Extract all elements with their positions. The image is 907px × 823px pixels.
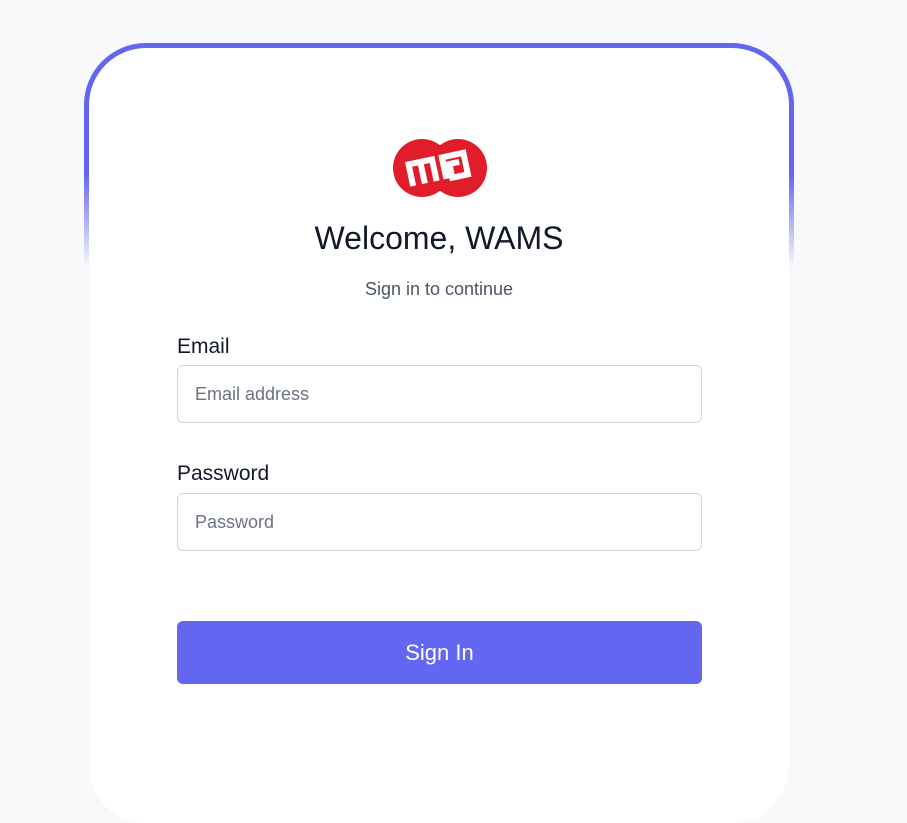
password-label: Password	[177, 462, 270, 485]
email-label: Email	[177, 335, 230, 358]
brand-logo-icon	[393, 139, 487, 197]
email-field[interactable]	[177, 365, 702, 423]
password-field[interactable]	[177, 493, 702, 551]
sign-in-button[interactable]: Sign In	[177, 621, 702, 684]
login-card-frame: Welcome, WAMS Sign in to continue Email …	[84, 43, 794, 823]
page-subtitle: Sign in to continue	[364, 279, 514, 299]
login-card: Welcome, WAMS Sign in to continue Email …	[89, 48, 789, 823]
page-title: Welcome, WAMS	[314, 220, 564, 256]
